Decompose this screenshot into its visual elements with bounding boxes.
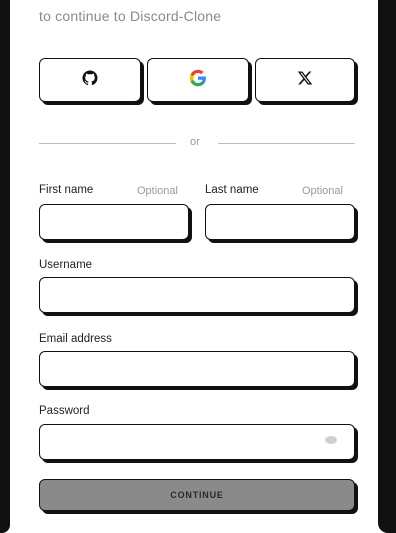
divider-text: or [190,136,200,148]
last-name-label: Last name [205,184,259,196]
google-signin-button[interactable] [147,58,249,102]
github-icon [81,69,99,92]
x-icon [297,70,313,91]
first-name-input[interactable] [39,204,189,240]
google-icon [189,69,207,92]
first-name-label: First name [39,184,94,196]
password-label: Password [39,405,90,417]
divider-line-left [39,143,176,144]
first-name-optional-hint: Optional [137,185,178,197]
show-password-eye-icon[interactable] [325,436,337,444]
username-label: Username [39,259,93,271]
email-label: Email address [39,333,112,345]
app-frame: to continue to Discord-Clone or First na… [0,0,396,533]
github-signin-button[interactable] [39,58,141,102]
last-name-input[interactable] [205,204,355,240]
divider-line-right [218,143,355,144]
continue-button[interactable]: CONTINUE [39,479,355,511]
last-name-optional-hint: Optional [302,185,343,197]
password-input[interactable] [39,424,355,460]
card-subtitle: to continue to Discord-Clone [39,8,222,24]
x-signin-button[interactable] [255,58,355,102]
username-input[interactable] [39,277,355,313]
email-input[interactable] [39,351,355,387]
background-edge-right [378,0,396,533]
background-edge-left [0,0,10,533]
